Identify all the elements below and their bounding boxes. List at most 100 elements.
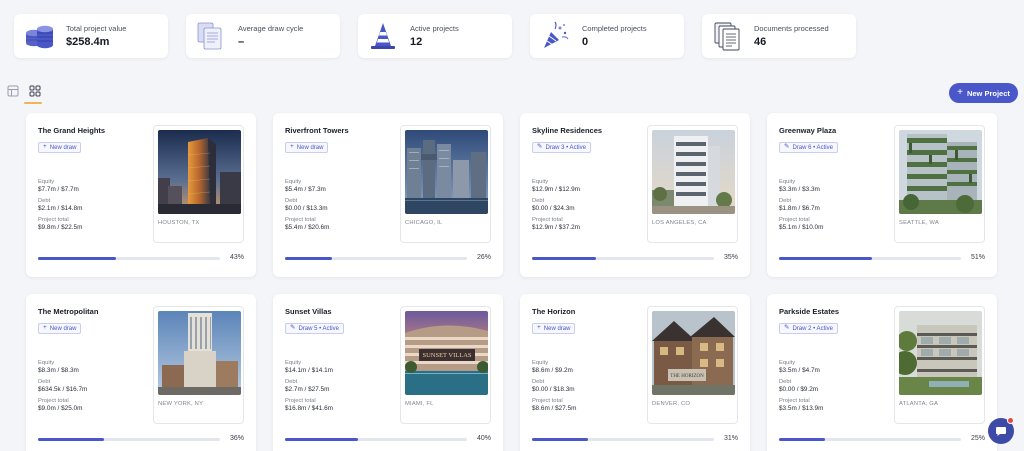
document-stack-icon [710,19,744,53]
progress-percent: 36% [229,435,244,442]
project-card[interactable]: Greenway Plaza ✎ Draw 6 • Active Equity … [767,113,997,277]
project-card[interactable]: Riverfront Towers + New draw Equity $5.4… [273,113,503,277]
stat-value: 46 [754,36,767,48]
project-photo-card[interactable]: SUNSET VILLAS MIAMI, FL [400,306,491,424]
progress-bar [532,438,714,441]
stat-completed-projects: Completed projects 0 [530,14,684,58]
progress-fill [38,438,104,441]
view-toggle [6,84,42,98]
stat-value: 12 [410,36,423,48]
draw-badge-label: New draw [543,325,571,332]
progress-fill [532,438,589,441]
project-card[interactable]: The Grand Heights + New draw Equity $7.7… [26,113,256,277]
project-location: CHICAGO, IL [405,220,443,226]
draw-badge[interactable]: + New draw [38,142,82,153]
project-location: NEW YORK, NY [158,401,204,407]
plus-icon: + [43,143,47,151]
progress-bar [779,438,961,441]
pencil-icon: ✎ [784,324,790,332]
progress-percent: 35% [723,254,738,261]
stat-value: – [238,36,245,48]
progress-percent: 25% [970,435,985,442]
project-location: DENVER, CO [652,401,691,407]
sign-text: THE HORIZON [670,374,704,379]
project-card[interactable]: The Horizon + New draw Equity $8.6m / $9… [520,294,750,451]
project-location: MIAMI, FL [405,401,434,407]
draw-badge[interactable]: + New draw [532,323,576,334]
stat-documents-processed: Documents processed 46 [702,14,856,58]
project-card[interactable]: The Metropolitan + New draw Equity $8.3m… [26,294,256,451]
project-photo-card[interactable]: NEW YORK, NY [153,306,244,424]
plus-icon: + [43,324,47,332]
progress-bar [532,257,714,260]
stat-total-project-value: Total project value $258.4m [14,14,168,58]
project-photo [158,311,241,395]
progress-bar [285,257,467,260]
draw-badge[interactable]: + New draw [38,323,82,334]
pencil-icon: ✎ [290,324,296,332]
stat-label: Average draw cycle [238,24,304,33]
progress-fill [285,257,333,260]
traffic-cone-icon [366,19,400,53]
plus-icon: + [537,324,541,332]
project-photo-card[interactable]: LOS ANGELES, CA [647,125,738,243]
draw-badge-label: New draw [49,325,77,332]
documents-icon [194,19,228,53]
stat-label: Total project value [66,24,127,33]
sign-text: SUNSET VILLAS [422,352,471,359]
project-photo: SUNSET VILLAS [405,311,488,395]
project-location: LOS ANGELES, CA [652,220,707,226]
progress-percent: 26% [476,254,491,261]
project-photo: THE HORIZON [652,311,735,395]
grid-view-icon[interactable] [28,84,42,98]
progress-fill [285,438,358,441]
project-photo [405,130,488,214]
draw-badge-label: New draw [296,144,324,151]
project-photo [899,311,982,395]
draw-badge[interactable]: ✎ Draw 6 • Active [779,142,838,153]
coins-stack-icon [22,19,56,53]
project-card[interactable]: Skyline Residences ✎ Draw 3 • Active Equ… [520,113,750,277]
draw-badge-label: Draw 3 • Active [545,144,586,151]
progress-bar [38,257,220,260]
stats-bar: Total project value $258.4m Average draw… [14,14,856,58]
project-photo-card[interactable]: HOUSTON, TX [153,125,244,243]
project-location: ATLANTA, GA [899,401,939,407]
progress-fill [779,438,825,441]
draw-badge-label: Draw 2 • Active [792,325,833,332]
project-photo [158,130,241,214]
stat-average-draw-cycle: Average draw cycle – [186,14,340,58]
draw-badge[interactable]: ✎ Draw 2 • Active [779,323,838,334]
stat-label: Active projects [410,24,459,33]
progress-percent: 31% [723,435,738,442]
stat-value: 0 [582,36,589,48]
project-location: HOUSTON, TX [158,220,200,226]
progress-percent: 43% [229,254,244,261]
progress-bar [285,438,467,441]
stat-label: Documents processed [754,24,829,33]
new-project-label: New Project [966,88,1010,98]
progress-bar [779,257,961,260]
draw-badge[interactable]: ✎ Draw 3 • Active [532,142,591,153]
project-photo-card[interactable]: ATLANTA, GA [894,306,985,424]
progress-fill [779,257,872,260]
project-photo-card[interactable]: CHICAGO, IL [400,125,491,243]
project-location: SEATTLE, WA [899,220,939,226]
draw-badge[interactable]: + New draw [285,142,329,153]
project-card[interactable]: Parkside Estates ✎ Draw 2 • Active Equit… [767,294,997,451]
pencil-icon: ✎ [784,143,790,151]
draw-badge-label: Draw 5 • Active [298,325,339,332]
stat-active-projects: Active projects 12 [358,14,512,58]
new-project-button[interactable]: + New Project [949,83,1018,103]
plus-icon: + [957,87,963,98]
project-photo-card[interactable]: THE HORIZON DENVER, CO [647,306,738,424]
table-view-icon[interactable] [6,84,20,98]
progress-fill [532,257,596,260]
progress-percent: 40% [476,435,491,442]
plus-icon: + [290,143,294,151]
draw-badge[interactable]: ✎ Draw 5 • Active [285,323,344,334]
project-photo-card[interactable]: SEATTLE, WA [894,125,985,243]
project-card[interactable]: Sunset Villas ✎ Draw 5 • Active Equity $… [273,294,503,451]
draw-badge-label: Draw 6 • Active [792,144,833,151]
progress-percent: 51% [970,254,985,261]
